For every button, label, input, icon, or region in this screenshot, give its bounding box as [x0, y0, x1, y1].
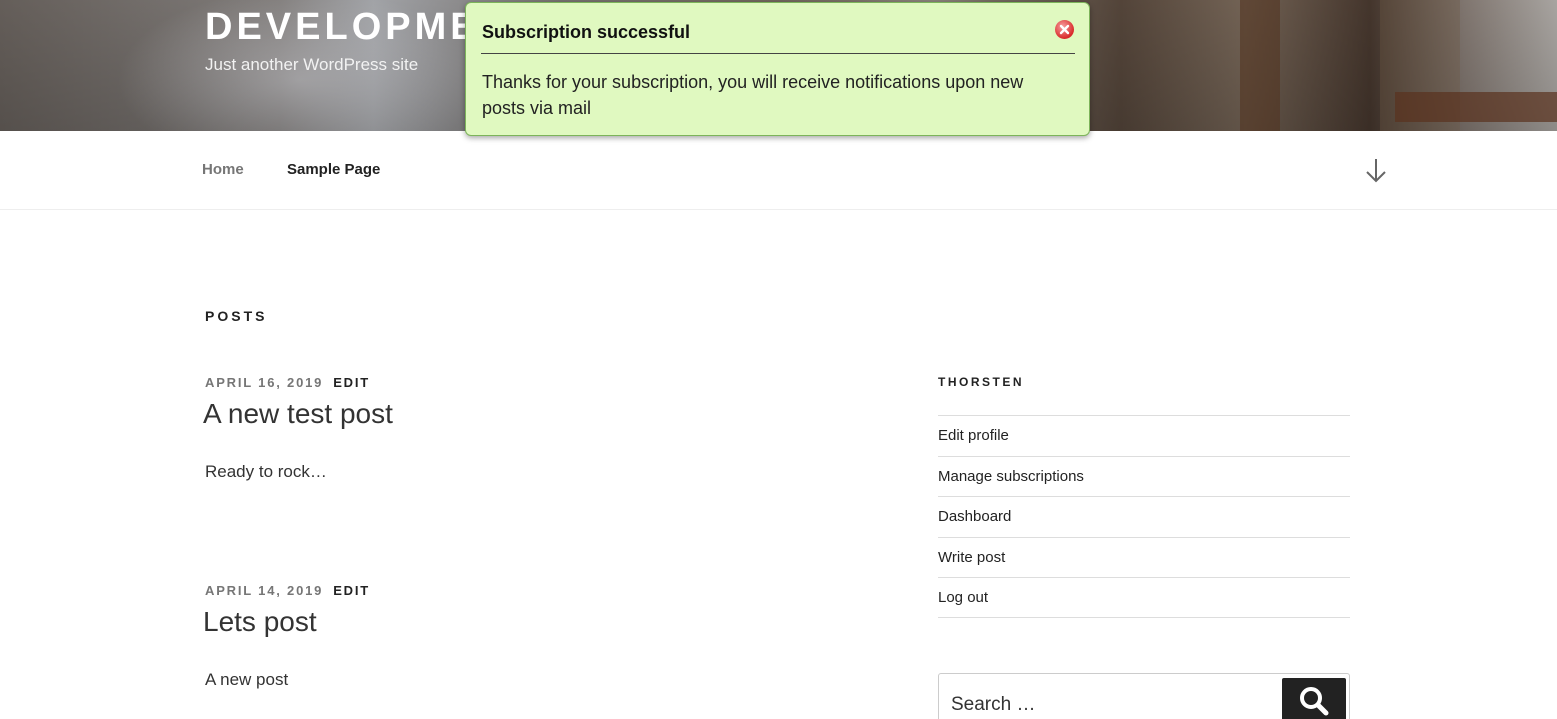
- notification-title: Subscription successful: [482, 22, 691, 42]
- post-excerpt: Ready to rock…: [205, 462, 327, 481]
- post-title[interactable]: A new test post: [203, 398, 393, 430]
- notification-divider: [481, 53, 1075, 54]
- close-icon[interactable]: [1055, 20, 1074, 39]
- sidebar-item-manage-subscriptions[interactable]: Manage subscriptions: [938, 455, 1350, 497]
- site-tagline: Just another WordPress site: [205, 55, 419, 74]
- nav-item-sample-page[interactable]: Sample Page: [287, 161, 380, 178]
- sidebar-item-log-out[interactable]: Log out: [938, 577, 1350, 618]
- subscription-notification: Subscription successful Thanks for your …: [465, 2, 1090, 136]
- post-meta: APRIL 16, 2019 EDIT: [205, 375, 370, 390]
- search-button[interactable]: [1282, 678, 1346, 719]
- widget-title: THORSTEN: [938, 375, 1024, 389]
- post-date[interactable]: APRIL 14, 2019: [205, 583, 323, 598]
- sidebar-item-edit-profile[interactable]: Edit profile: [938, 415, 1350, 456]
- post-meta: APRIL 14, 2019 EDIT: [205, 583, 370, 598]
- page-title: POSTS: [205, 308, 268, 324]
- banner-decor: [1240, 0, 1280, 131]
- sidebar-item-dashboard[interactable]: Dashboard: [938, 496, 1350, 537]
- main-navigation: Home Sample Page: [0, 131, 1557, 210]
- post-excerpt: A new post: [205, 670, 289, 689]
- search-icon: [1299, 686, 1329, 719]
- post-date[interactable]: APRIL 16, 2019: [205, 375, 323, 390]
- arrow-down-icon[interactable]: [1364, 157, 1388, 185]
- sidebar-item-write-post[interactable]: Write post: [938, 536, 1350, 578]
- search-form: [938, 673, 1350, 719]
- search-input[interactable]: [939, 674, 1279, 719]
- nav-item-home[interactable]: Home: [202, 161, 244, 178]
- edit-link[interactable]: EDIT: [333, 583, 370, 598]
- post-title[interactable]: Lets post: [203, 606, 317, 638]
- user-links-list: Edit profile Manage subscriptions Dashbo…: [938, 415, 1350, 618]
- notification-message: Thanks for your subscription, you will r…: [482, 72, 1024, 118]
- edit-link[interactable]: EDIT: [333, 375, 370, 390]
- banner-decor: [1395, 92, 1557, 122]
